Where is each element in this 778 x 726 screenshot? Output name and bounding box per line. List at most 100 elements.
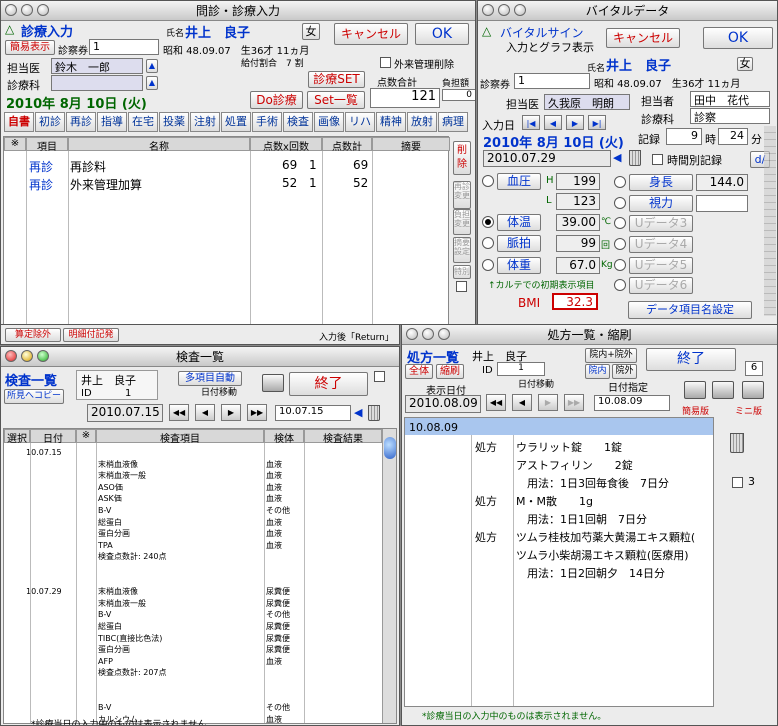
vital-value-1[interactable]: 123 xyxy=(556,193,600,210)
prev-icon[interactable]: ◀ xyxy=(195,404,215,421)
card-number-field[interactable]: 1 xyxy=(514,73,590,89)
first-icon[interactable]: |◀ xyxy=(522,115,540,130)
tab-8[interactable]: 手術 xyxy=(252,112,282,132)
remark-setting-button[interactable]: 摘要設定 xyxy=(453,237,471,263)
detail-button[interactable]: 明細付記発 xyxy=(63,328,119,342)
special-checkbox[interactable] xyxy=(456,281,467,292)
tab-12[interactable]: 精神 xyxy=(376,112,406,132)
exclude-button[interactable]: 算定除外 xyxy=(5,328,61,342)
right-scroll-rail[interactable] xyxy=(764,126,776,316)
tab-2[interactable]: 再診 xyxy=(66,112,96,132)
end-button[interactable]: 終了 xyxy=(289,372,368,396)
vital-button-2[interactable]: 体温 xyxy=(497,214,541,231)
close-button[interactable] xyxy=(482,4,494,16)
vital-radio-3[interactable] xyxy=(482,237,494,249)
window-title-bar[interactable]: 検査一覧 xyxy=(1,347,399,367)
card-number-field[interactable]: 1 xyxy=(89,39,159,55)
vital2-button-4[interactable]: Uデータ5 xyxy=(629,257,693,274)
cancel-button[interactable]: キャンセル xyxy=(334,23,408,45)
set-list-button[interactable]: Set一覧 xyxy=(307,91,365,109)
shrink-button[interactable]: 縮刷 xyxy=(436,364,464,379)
ok-button[interactable]: OK xyxy=(415,23,469,45)
printer-icon[interactable] xyxy=(684,381,706,399)
multi-auto-button[interactable]: 多項目自動 xyxy=(178,371,242,386)
next-icon[interactable]: ▶ xyxy=(566,115,584,130)
dept-field[interactable]: 診察 xyxy=(690,108,770,124)
burden-change-button[interactable]: 負担変更 xyxy=(453,209,471,235)
hour-field[interactable]: 9 xyxy=(666,128,702,145)
option-checkbox[interactable] xyxy=(732,477,743,488)
ok-button[interactable]: OK xyxy=(703,27,773,49)
vital2-value-1[interactable] xyxy=(696,195,748,212)
display-date-field[interactable]: 2010.08.09 xyxy=(405,395,481,413)
prev-icon[interactable]: ◀ xyxy=(512,394,532,411)
tab-11[interactable]: リハ xyxy=(345,112,375,132)
tab-6[interactable]: 注射 xyxy=(190,112,220,132)
table-row[interactable]: 再診 外来管理加算 52 1 52 xyxy=(4,175,450,193)
vital-value-4[interactable]: 67.0 xyxy=(556,257,600,274)
printer-icon[interactable] xyxy=(262,374,284,392)
vital2-radio-3[interactable] xyxy=(614,238,626,250)
tab-14[interactable]: 病理 xyxy=(438,112,468,132)
doctor-field[interactable]: 久我原 明朗 xyxy=(544,94,630,110)
printer-compact-icon[interactable] xyxy=(742,381,764,399)
vital2-button-0[interactable]: 身長 xyxy=(629,174,693,191)
minute-field[interactable]: 24 xyxy=(718,128,748,145)
vital-radio-4[interactable] xyxy=(482,259,494,271)
zoom-button[interactable] xyxy=(37,350,49,362)
vital2-value-0[interactable]: 144.0 xyxy=(696,174,748,191)
vital2-button-2[interactable]: Uデータ3 xyxy=(629,215,693,232)
vital-value-3[interactable]: 99 xyxy=(556,235,600,252)
vital2-button-3[interactable]: Uデータ4 xyxy=(629,236,693,253)
item-name-setting-button[interactable]: データ項目名設定 xyxy=(628,301,752,319)
tab-1[interactable]: 初診 xyxy=(35,112,65,132)
outside-management-checkbox[interactable] xyxy=(380,57,391,68)
window-title-bar[interactable]: 問診・診療入力 xyxy=(1,1,475,21)
doctor-field[interactable]: 鈴木 一郎 xyxy=(51,58,143,74)
inout-button[interactable]: 院内+院外 xyxy=(585,348,637,363)
tab-3[interactable]: 指導 xyxy=(97,112,127,132)
by-time-checkbox[interactable] xyxy=(652,154,663,165)
date-select-arrow[interactable]: ◀ xyxy=(613,151,621,164)
vital2-button-5[interactable]: Uデータ6 xyxy=(629,277,693,294)
do-consult-button[interactable]: Do診療 xyxy=(250,91,303,109)
delete-button[interactable]: 削除 xyxy=(453,141,471,175)
minimize-button[interactable] xyxy=(21,350,33,362)
printer-mini-icon[interactable] xyxy=(712,381,734,399)
all-button[interactable]: 全体 xyxy=(405,364,433,379)
table-row[interactable]: 再診 再診料 69 1 69 xyxy=(4,157,450,175)
prev-icon[interactable]: ◀ xyxy=(544,115,562,130)
end-button[interactable]: 終了 xyxy=(646,348,736,371)
vital2-radio-0[interactable] xyxy=(614,176,626,188)
minimize-button[interactable] xyxy=(422,328,434,340)
vital-value-2[interactable]: 39.00 xyxy=(556,214,600,231)
trash-icon[interactable] xyxy=(629,150,641,166)
tab-9[interactable]: 検査 xyxy=(283,112,313,132)
zoom-button[interactable] xyxy=(438,328,450,340)
last-icon[interactable]: ▶▶ xyxy=(564,394,584,411)
dept-select-icon[interactable]: ▲ xyxy=(146,76,158,90)
window-title-bar[interactable]: バイタルデータ xyxy=(478,1,777,21)
vital2-button-1[interactable]: 視力 xyxy=(629,195,693,212)
date-field[interactable]: 2010.07.15 xyxy=(87,404,163,422)
tab-5[interactable]: 投薬 xyxy=(159,112,189,132)
next-icon[interactable]: ▶ xyxy=(538,394,558,411)
tab-0[interactable]: 自書 xyxy=(4,112,34,132)
tab-13[interactable]: 放射 xyxy=(407,112,437,132)
close-button[interactable] xyxy=(5,4,17,16)
trash-icon[interactable] xyxy=(730,433,744,453)
close-button[interactable] xyxy=(406,328,418,340)
copy-to-findings-button[interactable]: 所見へコピー xyxy=(4,389,64,404)
option-checkbox[interactable] xyxy=(374,371,385,382)
vital-value-0[interactable]: 199 xyxy=(556,173,600,190)
consult-set-button[interactable]: 診療SET xyxy=(308,71,365,88)
close-button[interactable] xyxy=(5,350,17,362)
vital2-radio-4[interactable] xyxy=(614,259,626,271)
vital2-radio-2[interactable] xyxy=(614,217,626,229)
tab-4[interactable]: 在宅 xyxy=(128,112,158,132)
scrollbar[interactable] xyxy=(382,429,396,723)
cancel-button[interactable]: キャンセル xyxy=(606,28,680,48)
vital-radio-0[interactable] xyxy=(482,175,494,187)
tab-7[interactable]: 処置 xyxy=(221,112,251,132)
doctor-select-icon[interactable]: ▲ xyxy=(146,59,158,73)
